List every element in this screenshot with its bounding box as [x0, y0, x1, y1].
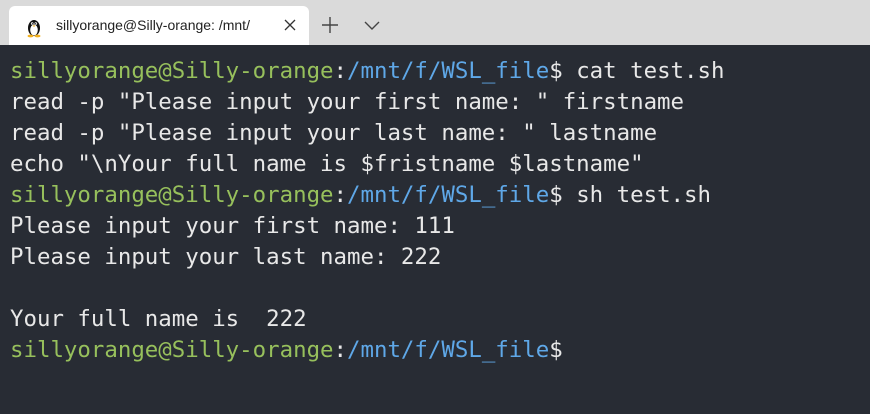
- title-bar: sillyorange@Silly-orange: /mnt/: [0, 0, 870, 45]
- new-tab-plus-icon[interactable]: [318, 13, 342, 37]
- prompt-symbol: $: [549, 182, 563, 208]
- prompt-path: /mnt/f/WSL_file: [347, 58, 550, 84]
- prompt-user-host: sillyorange@Silly-orange: [10, 182, 334, 208]
- prompt-line: sillyorange@Silly-orange:/mnt/f/WSL_file…: [10, 335, 563, 366]
- prompt-path: /mnt/f/WSL_file: [347, 337, 550, 363]
- prompt-colon: :: [333, 58, 348, 84]
- prompt-path: /mnt/f/WSL_file: [347, 182, 550, 208]
- prompt-line: sillyorange@Silly-orange:/mnt/f/WSL_file…: [10, 180, 711, 211]
- output-line: read -p "Please input your last name: " …: [10, 120, 658, 146]
- output-line: Your full name is 222: [10, 306, 307, 332]
- prompt-colon: :: [333, 337, 348, 363]
- prompt-symbol: $: [549, 58, 563, 84]
- terminal-output[interactable]: sillyorange@Silly-orange:/mnt/f/WSL_file…: [0, 45, 870, 414]
- prompt-symbol: $: [549, 337, 563, 363]
- output-line: echo "\nYour full name is $fristname $la…: [10, 151, 644, 177]
- output-line: read -p "Please input your first name: "…: [10, 89, 685, 115]
- prompt-user-host: sillyorange@Silly-orange: [10, 337, 334, 363]
- output-line: Please input your first name: 111: [10, 213, 455, 239]
- prompt-user-host: sillyorange@Silly-orange: [10, 58, 334, 84]
- output-line: Please input your last name: 222: [10, 244, 442, 270]
- prompt-line: sillyorange@Silly-orange:/mnt/f/WSL_file…: [10, 56, 724, 87]
- command-text: sh test.sh: [562, 182, 712, 208]
- terminal-tab[interactable]: sillyorange@Silly-orange: /mnt/: [9, 6, 309, 45]
- close-icon[interactable]: [281, 16, 299, 34]
- command-text: cat test.sh: [562, 58, 725, 84]
- linux-penguin-icon: [27, 20, 41, 38]
- prompt-colon: :: [333, 182, 348, 208]
- tab-title: sillyorange@Silly-orange: /mnt/: [56, 17, 250, 33]
- chevron-down-icon[interactable]: [360, 13, 384, 37]
